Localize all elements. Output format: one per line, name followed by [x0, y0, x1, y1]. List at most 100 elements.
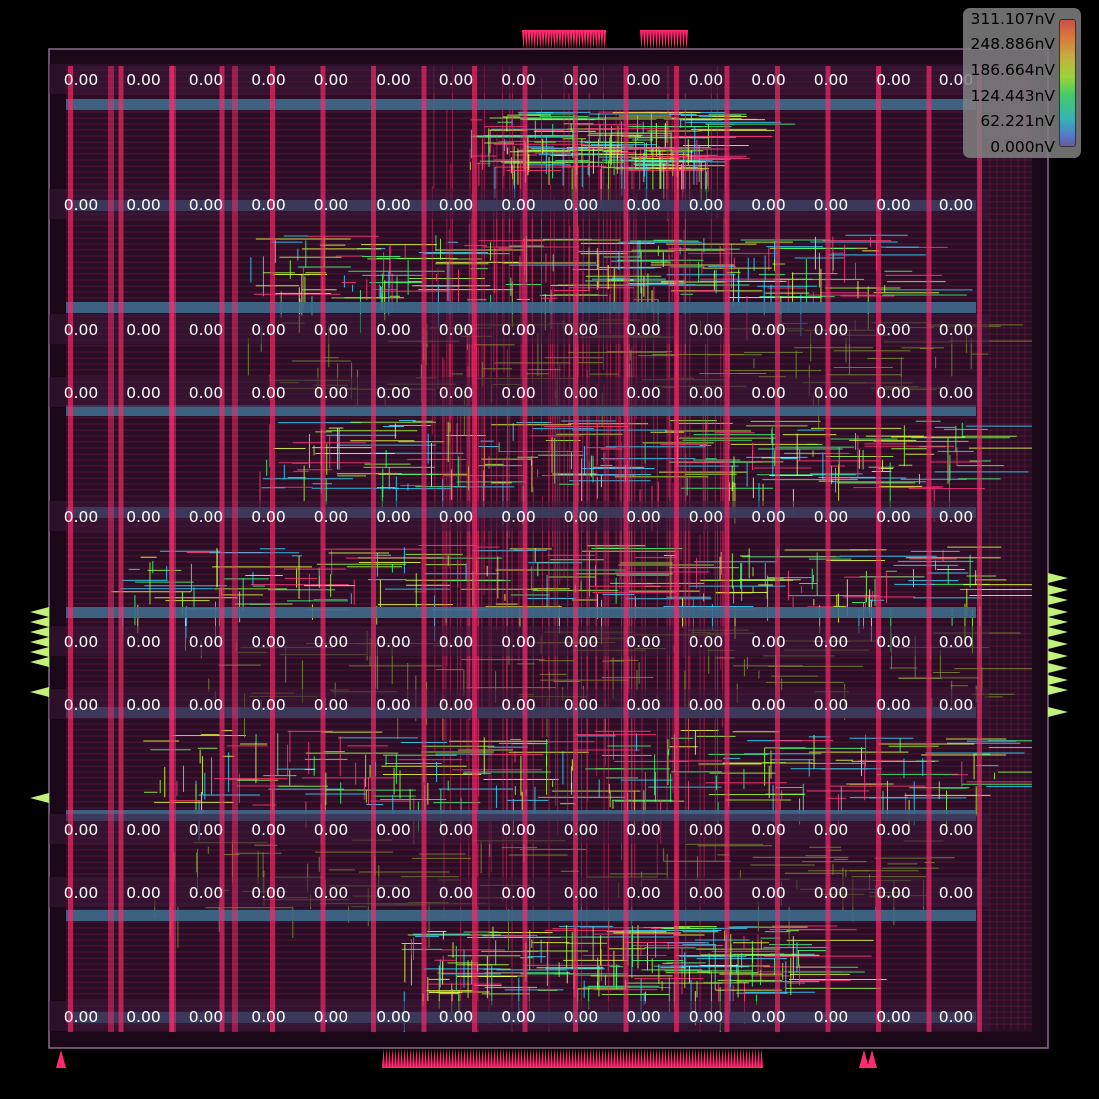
grid-cell-value: 0.00: [314, 384, 349, 402]
grid-cell-value: 0.00: [751, 633, 786, 651]
grid-cell-value: 0.00: [376, 196, 411, 214]
grid-cell-value: 0.00: [189, 196, 224, 214]
grid-cell-value: 0.00: [314, 71, 349, 89]
grid-cell-value: 0.00: [751, 321, 786, 339]
layout-view[interactable]: 0.00 0.00 0.00 0.00 0.00 0.00 0.00 0.00 0.00 0.00…: [0, 0, 1099, 1099]
grid-cell-value: 0.00: [64, 884, 99, 902]
grid-cell-value: 0.00: [689, 1008, 724, 1026]
grid-cell-value: 0.00: [626, 633, 661, 651]
grid-cell-value: 0.00: [564, 1008, 599, 1026]
grid-cell-value: 0.00: [939, 696, 974, 714]
grid-cell-value: 0.00: [376, 508, 411, 526]
grid-cell-value: 0.00: [314, 821, 349, 839]
grid-cell-value: 0.00: [439, 384, 474, 402]
grid-cell-value: 0.00: [189, 821, 224, 839]
grid-cell-value: 0.00: [376, 821, 411, 839]
grid-cell-value: 0.00: [626, 71, 661, 89]
grid-cell-value: 0.00: [251, 884, 286, 902]
grid-cell-value: 0.00: [251, 1008, 286, 1026]
grid-cell-value: 0.00: [939, 196, 974, 214]
grid-cell-value: 0.00: [876, 508, 911, 526]
grid-cell-value: 0.00: [251, 633, 286, 651]
grid-cell-value: 0.00: [439, 884, 474, 902]
grid-cell-value: 0.00: [751, 71, 786, 89]
grid-cell-value: 0.00: [814, 71, 849, 89]
grid-cell-value: 0.00: [564, 884, 599, 902]
grid-cell-value: 0.00: [376, 71, 411, 89]
grid-cell-value: 0.00: [876, 321, 911, 339]
grid-cell-value: 0.00: [814, 196, 849, 214]
grid-cell-value: 0.00: [251, 384, 286, 402]
grid-cell-value: 0.00: [189, 884, 224, 902]
grid-cell-value: 0.00: [501, 321, 536, 339]
grid-cell-value: 0.00: [626, 384, 661, 402]
grid-cell-value: 0.00: [126, 633, 161, 651]
grid-cell-value: 0.00: [564, 71, 599, 89]
grid-cell-value: 0.00: [251, 696, 286, 714]
grid-cell-value: 0.00: [626, 196, 661, 214]
grid-cell-value: 0.00: [501, 196, 536, 214]
grid-cell-value: 0.00: [751, 196, 786, 214]
grid-cell-value: 0.00: [876, 696, 911, 714]
grid-cell-value: 0.00: [189, 321, 224, 339]
grid-cell-value: 0.00: [751, 1008, 786, 1026]
grid-cell-value: 0.00: [501, 884, 536, 902]
grid-cell-value: 0.00: [64, 508, 99, 526]
grid-cell-value: 0.00: [814, 508, 849, 526]
grid-cell-value: 0.00: [126, 821, 161, 839]
color-legend: 311.107nV 248.886nV 186.664nV 124.443nV …: [963, 8, 1081, 158]
grid-cell-value: 0.00: [814, 884, 849, 902]
grid-cell-value: 0.00: [814, 696, 849, 714]
grid-cell-value: 0.00: [439, 321, 474, 339]
grid-cell-value: 0.00: [939, 508, 974, 526]
grid-cell-value: 0.00: [689, 71, 724, 89]
grid-cell-value: 0.00: [689, 384, 724, 402]
legend-value-4: 124.443nV: [970, 87, 1055, 105]
grid-cell-value: 0.00: [501, 508, 536, 526]
grid-cell-value: 0.00: [439, 71, 474, 89]
grid-cell-value: 0.00: [876, 384, 911, 402]
grid-cell-value: 0.00: [314, 1008, 349, 1026]
grid-cell-value: 0.00: [439, 1008, 474, 1026]
grid-cell-value: 0.00: [876, 633, 911, 651]
grid-cell-value: 0.00: [314, 633, 349, 651]
grid-cell-value: 0.00: [376, 884, 411, 902]
grid-cell-value: 0.00: [64, 321, 99, 339]
grid-cell-value: 0.00: [689, 508, 724, 526]
grid-cell-value: 0.00: [64, 71, 99, 89]
grid-cell-value: 0.00: [876, 821, 911, 839]
grid-cell-value: 0.00: [501, 1008, 536, 1026]
grid-cell-value: 0.00: [501, 71, 536, 89]
grid-cell-value: 0.00: [314, 508, 349, 526]
grid-cell-value: 0.00: [126, 71, 161, 89]
grid-cell-value: 0.00: [564, 196, 599, 214]
grid-cell-value: 0.00: [314, 696, 349, 714]
grid-cell-value: 0.00: [189, 1008, 224, 1026]
grid-cell-value: 0.00: [439, 196, 474, 214]
grid-cell-value: 0.00: [501, 821, 536, 839]
grid-cell-value: 0.00: [939, 633, 974, 651]
legend-value-3: 186.664nV: [970, 61, 1055, 79]
grid-cell-value: 0.00: [189, 696, 224, 714]
grid-cell-value: 0.00: [939, 821, 974, 839]
grid-cell-value: 0.00: [126, 196, 161, 214]
grid-cell-value: 0.00: [126, 508, 161, 526]
grid-cell-value: 0.00: [376, 633, 411, 651]
grid-cell-value: 0.00: [189, 633, 224, 651]
grid-cell-value: 0.00: [251, 71, 286, 89]
grid-cell-value: 0.00: [251, 821, 286, 839]
grid-cell-value: 0.00: [251, 508, 286, 526]
grid-cell-value: 0.00: [501, 633, 536, 651]
grid-cell-value: 0.00: [251, 321, 286, 339]
grid-cell-value: 0.00: [564, 384, 599, 402]
grid-cell-value: 0.00: [189, 71, 224, 89]
grid-cell-value: 0.00: [814, 1008, 849, 1026]
grid-cell-value: 0.00: [126, 884, 161, 902]
grid-cell-value: 0.00: [751, 821, 786, 839]
grid-cell-value: 0.00: [439, 821, 474, 839]
grid-cell-value: 0.00: [251, 196, 286, 214]
grid-cell-value: 0.00: [501, 384, 536, 402]
grid-cell-value: 0.00: [626, 508, 661, 526]
grid-cell-value: 0.00: [689, 633, 724, 651]
grid-cell-value: 0.00: [689, 196, 724, 214]
